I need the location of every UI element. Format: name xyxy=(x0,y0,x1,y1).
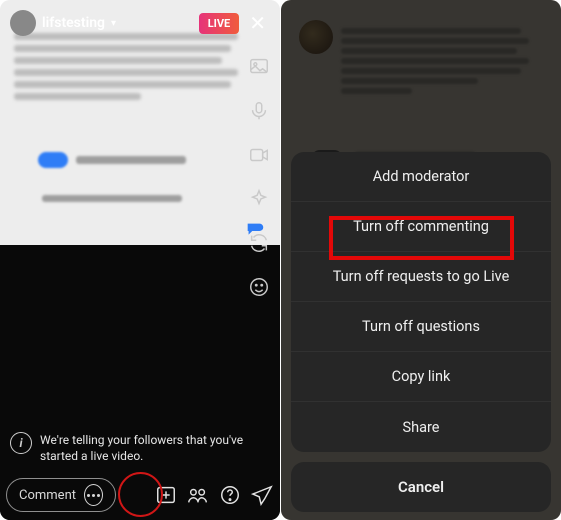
option-turn-off-requests[interactable]: Turn off requests to go Live xyxy=(291,252,551,302)
video-icon[interactable] xyxy=(246,142,272,168)
avatar[interactable] xyxy=(10,10,36,36)
info-icon: i xyxy=(10,432,32,454)
background-top xyxy=(0,0,280,250)
smiley-icon[interactable] xyxy=(246,274,272,300)
send-icon[interactable] xyxy=(250,483,274,507)
option-copy-link[interactable]: Copy link xyxy=(291,352,551,402)
cancel-button[interactable]: Cancel xyxy=(291,462,551,512)
blurred-text-block xyxy=(14,28,250,105)
gallery-icon[interactable] xyxy=(246,54,272,80)
option-turn-off-commenting[interactable]: Turn off commenting xyxy=(291,202,551,252)
microphone-icon[interactable] xyxy=(246,98,272,124)
comment-input[interactable]: Comment xyxy=(6,478,116,512)
sparkle-icon[interactable] xyxy=(246,186,272,212)
camera-flip-icon[interactable] xyxy=(246,230,272,256)
live-broadcast-screen: lifstesting ▾ LIVE ✕ i We're telling you… xyxy=(0,0,280,520)
option-turn-off-questions[interactable]: Turn off questions xyxy=(291,302,551,352)
blurred-message-2 xyxy=(42,195,182,202)
bottom-bar: Comment xyxy=(6,478,274,512)
live-badge: LIVE xyxy=(199,13,240,34)
live-options-sheet-screen: Add moderator Turn off commenting Turn o… xyxy=(281,0,561,520)
chevron-down-icon[interactable]: ▾ xyxy=(111,18,116,29)
option-add-moderator[interactable]: Add moderator xyxy=(291,152,551,202)
action-sheet-options: Add moderator Turn off commenting Turn o… xyxy=(291,152,551,452)
live-start-notice: i We're telling your followers that you'… xyxy=(10,432,272,464)
side-toolbar xyxy=(246,54,272,300)
option-share[interactable]: Share xyxy=(291,402,551,452)
add-guest-icon[interactable] xyxy=(186,483,210,507)
live-header: lifstesting ▾ LIVE ✕ xyxy=(10,10,270,36)
add-media-icon[interactable] xyxy=(154,483,178,507)
notice-text: We're telling your followers that you've… xyxy=(40,432,272,464)
question-icon[interactable] xyxy=(218,483,242,507)
blurred-message xyxy=(38,152,186,168)
close-icon[interactable]: ✕ xyxy=(245,11,270,35)
comment-placeholder: Comment xyxy=(19,488,76,503)
more-icon[interactable] xyxy=(84,484,103,506)
action-sheet: Add moderator Turn off commenting Turn o… xyxy=(291,152,551,512)
username[interactable]: lifstesting xyxy=(42,15,105,31)
